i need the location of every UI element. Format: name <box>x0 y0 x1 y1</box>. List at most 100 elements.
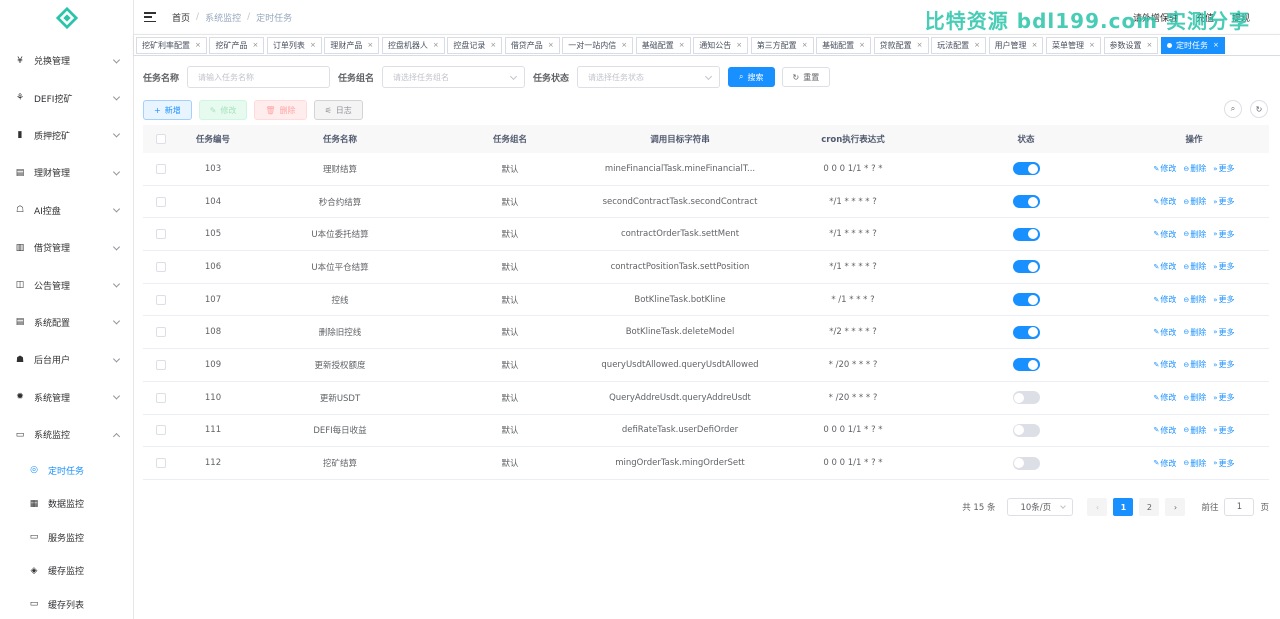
edit-button[interactable]: ✎ 修改 <box>198 100 248 120</box>
sidebar-item[interactable]: ▮ 质押挖矿 <box>0 117 133 154</box>
sidebar-item[interactable]: ▤ 系统配置 <box>0 304 133 341</box>
row-checkbox[interactable] <box>156 163 166 174</box>
close-icon[interactable]: × <box>195 41 201 49</box>
task-group-select[interactable]: 请选择任务组名 <box>382 66 526 88</box>
close-icon[interactable]: × <box>310 41 316 49</box>
sidebar-item[interactable]: ⚘ DEFI挖矿 <box>0 79 133 116</box>
cell-job-name[interactable]: DEFI每日收益 <box>247 424 433 436</box>
tag-item[interactable]: 一对一站内信 × <box>562 36 634 54</box>
cell-job-name[interactable]: 理财结算 <box>247 163 433 175</box>
close-icon[interactable]: × <box>1213 41 1219 49</box>
close-icon[interactable]: × <box>974 41 980 49</box>
row-edit-button[interactable]: ✎ 修改 <box>1153 327 1176 338</box>
row-delete-button[interactable]: ⊖ 删除 <box>1183 294 1206 305</box>
close-icon[interactable]: × <box>621 41 627 49</box>
row-delete-button[interactable]: ⊖ 删除 <box>1183 229 1206 240</box>
close-icon[interactable]: × <box>1089 41 1095 49</box>
log-button[interactable]: ⚟ 日志 <box>313 100 363 120</box>
sidebar-item[interactable]: ☗ 后台用户 <box>0 341 133 378</box>
close-icon[interactable]: × <box>802 41 808 49</box>
cell-job-name[interactable]: U本位委托结算 <box>247 228 433 240</box>
close-icon[interactable]: × <box>679 41 685 49</box>
sidebar-item[interactable]: ▥ 借贷管理 <box>0 229 133 266</box>
close-icon[interactable]: × <box>252 41 258 49</box>
toggle-search-icon[interactable]: ⌕ <box>1224 100 1242 118</box>
sidebar-subitem[interactable]: ◎ 定时任务 <box>0 453 133 487</box>
tag-item[interactable]: 订单列表 × <box>266 36 322 54</box>
row-checkbox[interactable] <box>156 196 166 207</box>
sidebar-item[interactable]: ✹ 系统管理 <box>0 379 133 416</box>
close-icon[interactable]: × <box>433 41 439 49</box>
tag-item[interactable]: 基础配置 × <box>816 36 872 54</box>
row-checkbox[interactable] <box>156 359 166 370</box>
cell-job-name[interactable]: 删除旧控线 <box>247 326 433 338</box>
row-checkbox[interactable] <box>156 294 166 305</box>
row-edit-button[interactable]: ✎ 修改 <box>1153 359 1176 370</box>
status-switch[interactable] <box>1012 423 1040 437</box>
status-switch[interactable] <box>1012 293 1040 307</box>
row-checkbox[interactable] <box>156 392 166 403</box>
close-icon[interactable]: × <box>548 41 554 49</box>
tag-item[interactable]: 控盘机器人 × <box>381 36 445 54</box>
row-more-button[interactable]: » 更多 <box>1213 359 1234 370</box>
row-checkbox[interactable] <box>156 327 166 338</box>
close-icon[interactable]: × <box>736 41 742 49</box>
tag-item[interactable]: 贷款配置 × <box>873 36 929 54</box>
cell-job-name[interactable]: 秒合约结算 <box>247 196 433 208</box>
row-more-button[interactable]: » 更多 <box>1213 392 1234 403</box>
status-switch[interactable] <box>1012 162 1040 176</box>
status-switch[interactable] <box>1012 227 1040 241</box>
row-edit-button[interactable]: ✎ 修改 <box>1153 261 1176 272</box>
goto-page-input[interactable]: 1 <box>1224 498 1255 516</box>
sidebar-subitem[interactable]: ◈ 缓存监控 <box>0 554 133 588</box>
sidebar-item[interactable]: ▭ 系统监控 <box>0 416 133 453</box>
task-status-select[interactable]: 请选择任务状态 <box>577 66 721 88</box>
page-1-button[interactable]: 1 <box>1113 498 1134 516</box>
sidebar-subitem[interactable]: ▭ 缓存列表 <box>0 588 133 619</box>
cell-job-name[interactable]: 控线 <box>247 294 433 306</box>
tag-item[interactable]: 借贷产品 × <box>504 36 560 54</box>
row-delete-button[interactable]: ⊖ 删除 <box>1183 425 1206 436</box>
sidebar-item[interactable]: ◫ 公告管理 <box>0 266 133 303</box>
sidebar-item[interactable]: ¥ 兑换管理 <box>0 42 133 79</box>
logo[interactable] <box>0 0 133 36</box>
sidebar-item[interactable]: ☖ AI控盘 <box>0 192 133 229</box>
next-page-button[interactable]: › <box>1165 498 1186 516</box>
row-checkbox[interactable] <box>156 425 166 436</box>
delete-button[interactable]: 🗑 删除 <box>254 100 307 120</box>
tag-item[interactable]: 通知公告 × <box>693 36 749 54</box>
status-switch[interactable] <box>1012 195 1040 209</box>
sidebar-item[interactable]: ▤ 理财管理 <box>0 154 133 191</box>
status-switch[interactable] <box>1012 391 1040 405</box>
reset-button[interactable]: ↻ 重置 <box>781 67 831 87</box>
tag-item[interactable]: 基础配置 × <box>635 36 691 54</box>
close-icon[interactable]: × <box>917 41 923 49</box>
status-switch[interactable] <box>1012 456 1040 470</box>
row-more-button[interactable]: » 更多 <box>1213 294 1234 305</box>
tag-item[interactable]: 理财产品 × <box>324 36 380 54</box>
add-button[interactable]: + 新增 <box>143 100 192 120</box>
tag-item[interactable]: 挖矿利率配置 × <box>136 36 207 54</box>
breadcrumb-home[interactable]: 首页 <box>172 11 190 24</box>
status-switch[interactable] <box>1012 358 1040 372</box>
page-size-select[interactable]: 10条/页 <box>1007 498 1074 516</box>
task-name-input[interactable]: 请输入任务名称 <box>187 66 331 88</box>
row-edit-button[interactable]: ✎ 修改 <box>1153 458 1176 469</box>
row-checkbox[interactable] <box>156 261 166 272</box>
row-delete-button[interactable]: ⊖ 删除 <box>1183 392 1206 403</box>
tag-item[interactable]: 玩法配置 × <box>931 36 986 54</box>
row-delete-button[interactable]: ⊖ 删除 <box>1183 261 1206 272</box>
row-delete-button[interactable]: ⊖ 删除 <box>1183 196 1206 207</box>
tag-item[interactable]: 用户管理 × <box>988 36 1044 54</box>
tag-item[interactable]: 参数设置 × <box>1103 36 1159 54</box>
row-edit-button[interactable]: ✎ 修改 <box>1153 229 1176 240</box>
close-icon[interactable]: × <box>1032 41 1038 49</box>
row-edit-button[interactable]: ✎ 修改 <box>1153 196 1176 207</box>
row-checkbox[interactable] <box>156 229 166 240</box>
row-delete-button[interactable]: ⊖ 删除 <box>1183 359 1206 370</box>
tag-item-active[interactable]: 定时任务 × <box>1160 36 1225 54</box>
sidebar-subitem[interactable]: ▦ 数据监控 <box>0 487 133 521</box>
close-icon[interactable]: × <box>859 41 865 49</box>
prev-page-button[interactable]: ‹ <box>1087 498 1108 516</box>
sidebar-subitem[interactable]: ▭ 服务监控 <box>0 520 133 554</box>
